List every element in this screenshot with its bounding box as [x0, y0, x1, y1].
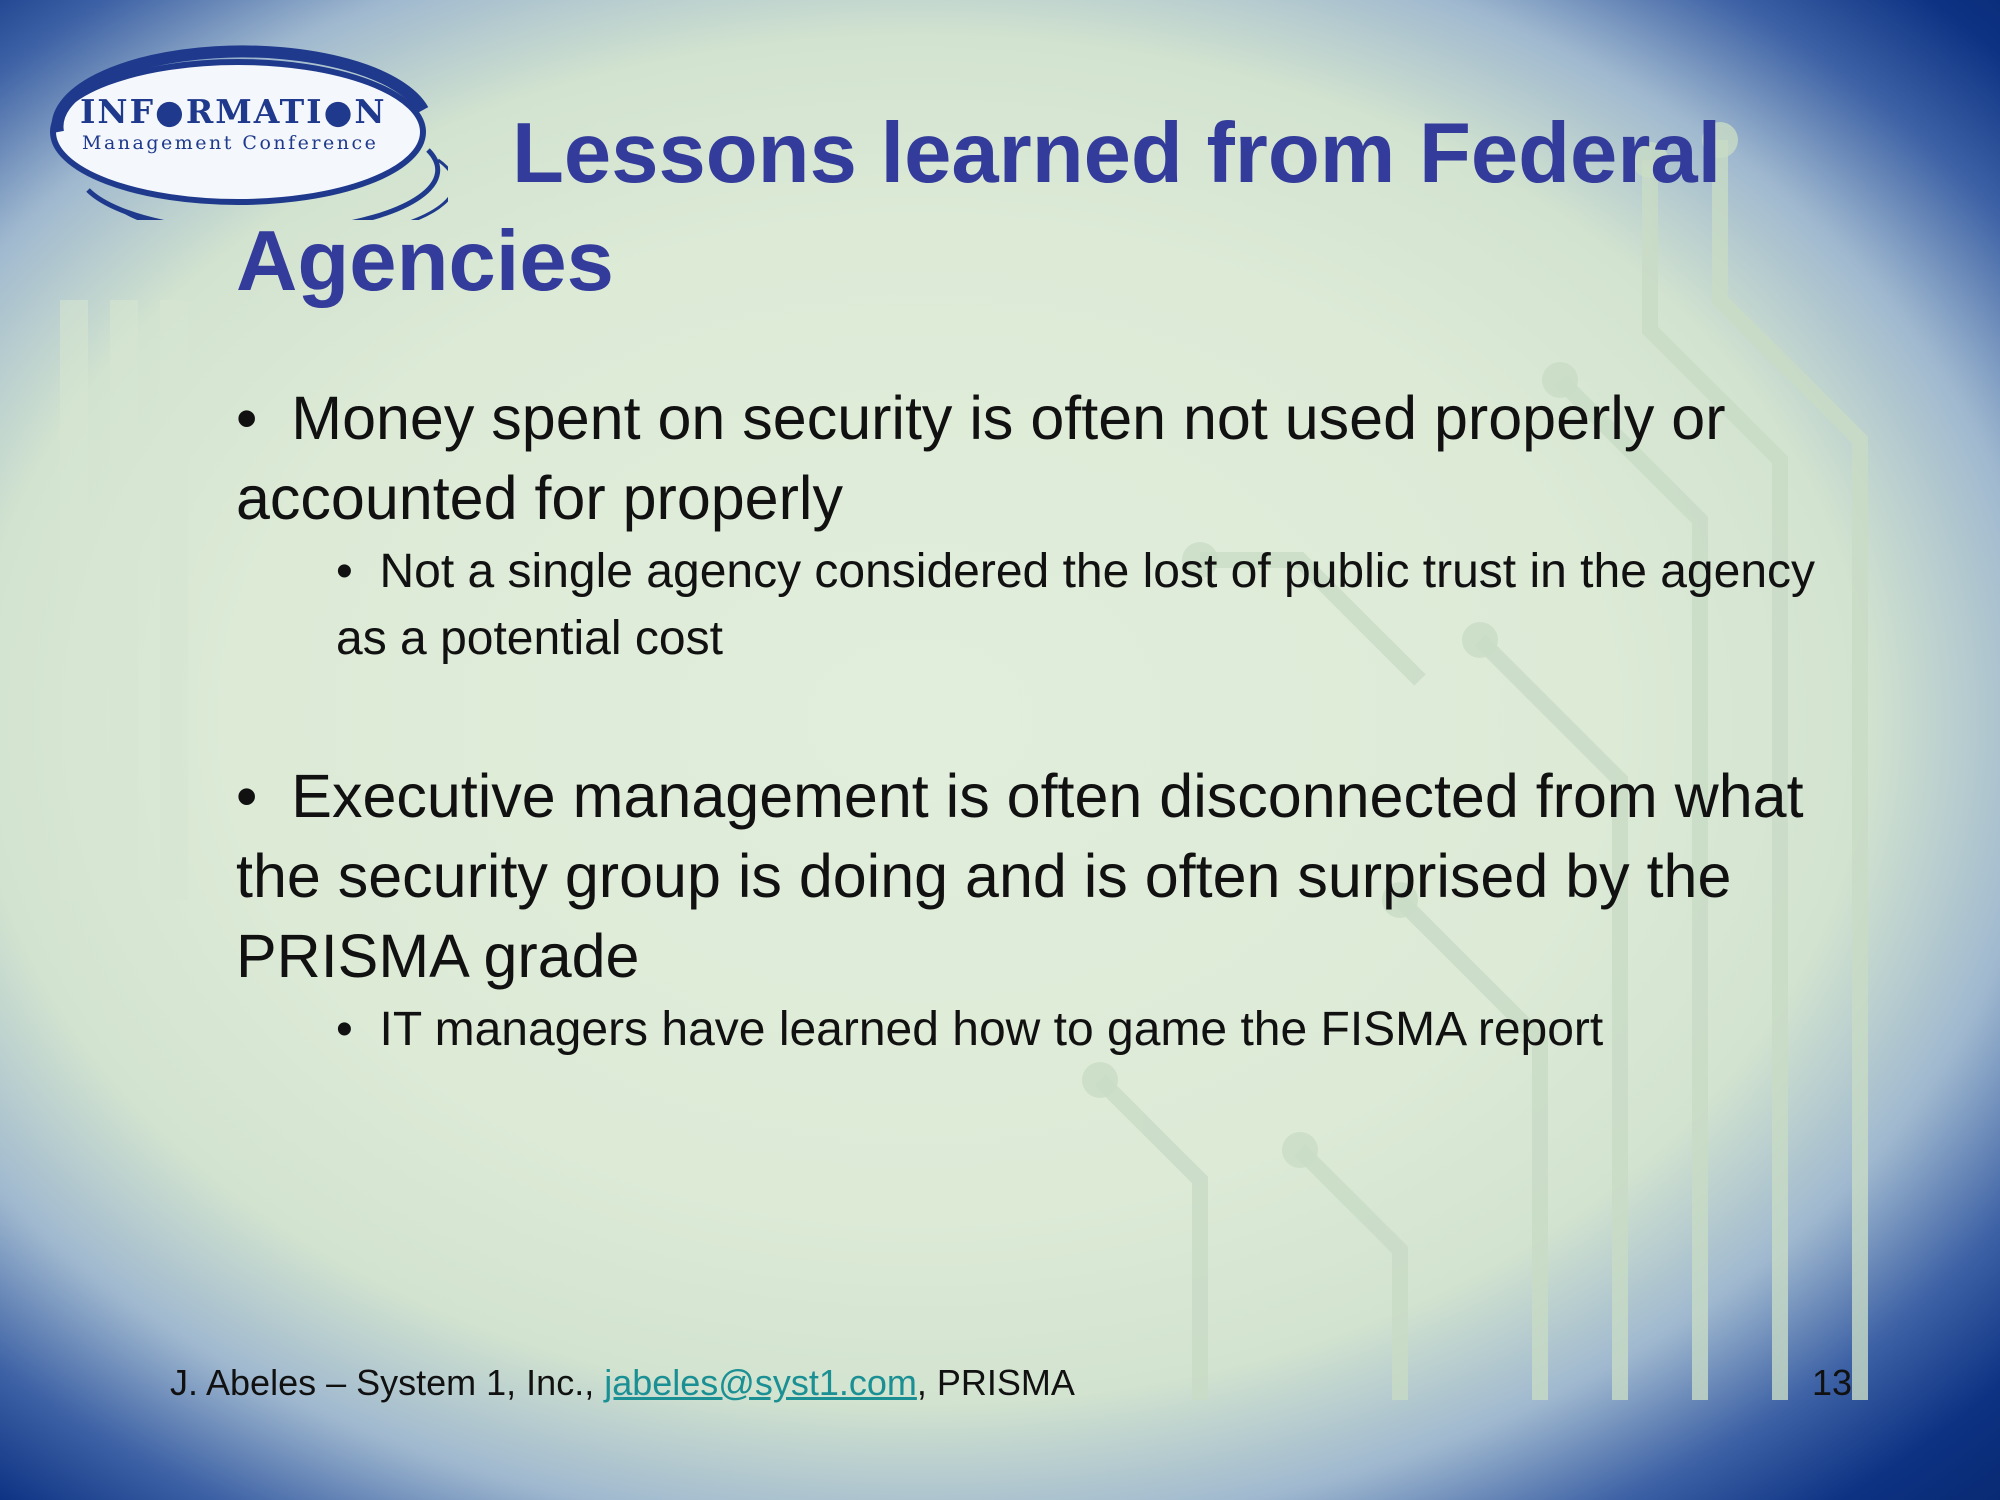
footer-suffix: , PRISMA: [916, 1362, 1075, 1403]
sub-bullet-1-1: • Not a single agency considered the los…: [336, 545, 1816, 665]
page-number: 13: [1812, 1362, 1853, 1403]
slide-content: • Money spent on security is often not u…: [236, 378, 1876, 1063]
sub-bullet-2-1-text: IT managers have learned how to game the…: [379, 1003, 1604, 1056]
bullet-1: • Money spent on security is often not u…: [236, 384, 1726, 532]
bullet-2-text: Executive management is often disconnect…: [236, 762, 1804, 990]
bullet-2: • Executive management is often disconne…: [236, 762, 1804, 990]
footer-author: J. Abeles – System 1, Inc.,: [170, 1362, 605, 1403]
bullet-1-text: Money spent on security is often not use…: [236, 384, 1726, 532]
footer-email-link[interactable]: jabeles@syst1.com: [604, 1362, 917, 1403]
sub-bullet-2-1: • IT managers have learned how to game t…: [336, 1003, 1604, 1056]
slide: INF●RMATI●N Management Conference Lesson…: [0, 0, 2000, 1500]
sub-bullet-1-1-text: Not a single agency considered the lost …: [336, 545, 1816, 665]
footer-credit: J. Abeles – System 1, Inc., jabeles@syst…: [170, 1362, 1075, 1404]
slide-title: Lessons learned from Federal Agencies: [236, 106, 1722, 309]
